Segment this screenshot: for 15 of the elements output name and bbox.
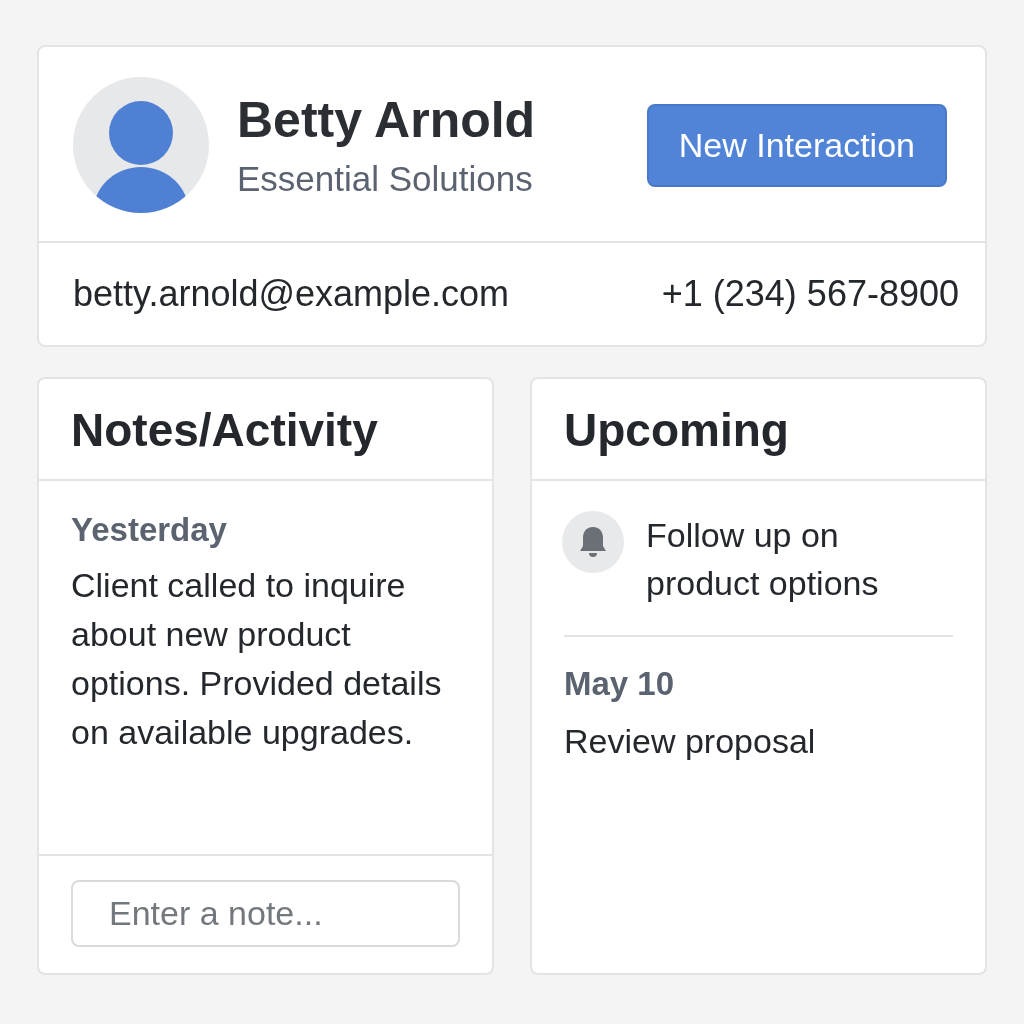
note-input-field[interactable]: Enter a note... xyxy=(71,880,460,947)
note-date: Yesterday xyxy=(71,511,228,549)
avatar-icon xyxy=(73,77,209,213)
note-text: Client called to inquire about new product options. Provided details on available upgrades. xyxy=(71,565,443,753)
card-title: Notes/Activity xyxy=(39,379,492,481)
bell-icon xyxy=(562,511,624,573)
card-title: Upcoming xyxy=(532,379,985,481)
company-name: Essential Solutions xyxy=(237,159,534,199)
email-address: betty.arnold@example.com xyxy=(73,273,510,315)
reminder-text: Follow up on product options xyxy=(646,515,880,604)
event-date: May 10 xyxy=(564,665,676,703)
event-title: Review proposal xyxy=(564,721,817,762)
phone-number: +1 (234) 567-8900 xyxy=(661,273,959,315)
contact-name: Betty Arnold xyxy=(237,91,537,149)
new-interaction-button[interactable]: New Interaction xyxy=(646,103,947,187)
